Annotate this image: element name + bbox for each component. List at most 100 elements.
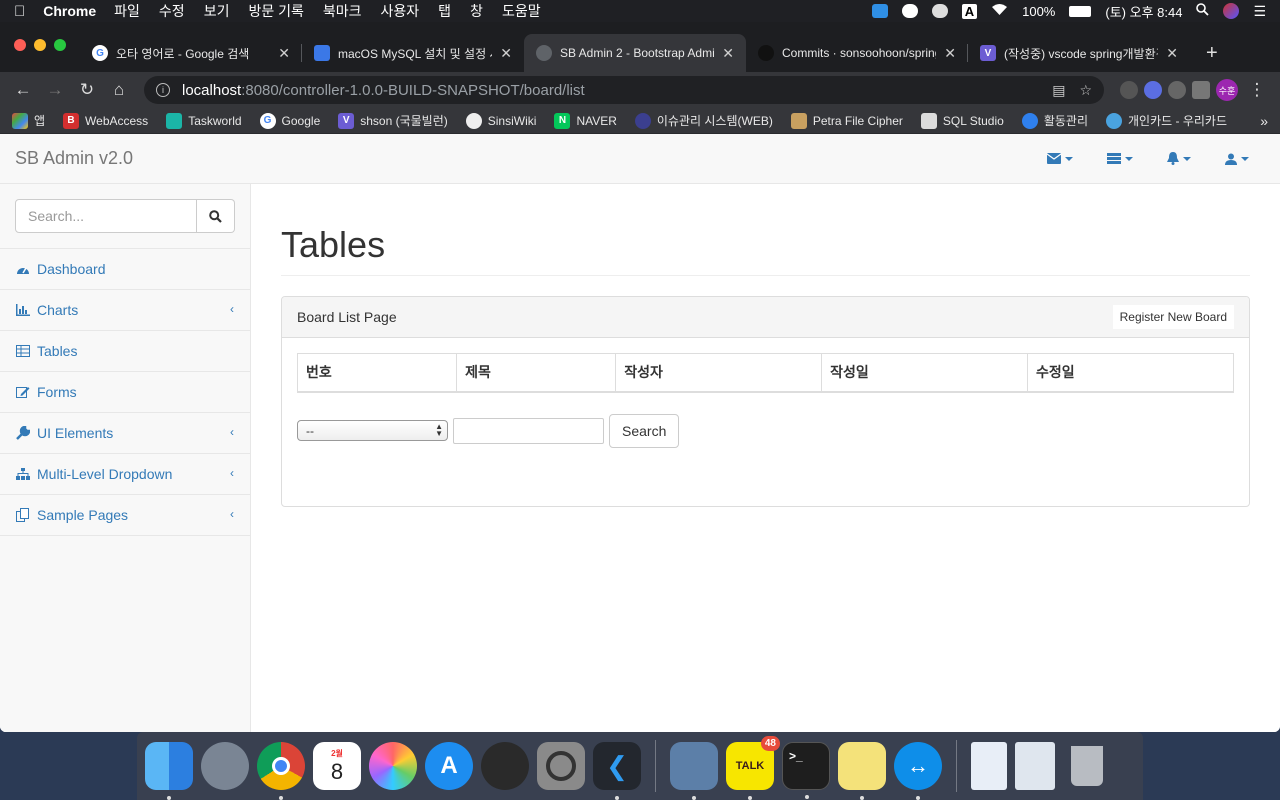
tab-mysql-docs[interactable]: macOS MySQL 설치 및 설정 사 ✕: [302, 34, 524, 72]
menu-edit[interactable]: 수정: [159, 1, 185, 21]
tab-velog[interactable]: V (작성중) vscode spring개발환경 ✕: [968, 34, 1190, 72]
chrome-icon[interactable]: [257, 742, 305, 800]
finder-icon[interactable]: [145, 742, 193, 800]
menu-bookmarks[interactable]: 북마크: [323, 1, 362, 21]
home-icon[interactable]: ⌂: [106, 80, 132, 100]
close-tab-icon[interactable]: ✕: [944, 45, 956, 62]
launchpad-icon[interactable]: [201, 742, 249, 790]
column-header-writer[interactable]: 작성자: [615, 353, 823, 393]
keyword-input[interactable]: [453, 417, 604, 444]
sidebar-item-tables[interactable]: Tables: [0, 331, 250, 372]
menu-tab[interactable]: 탭: [438, 1, 451, 21]
system-preferences-icon[interactable]: [537, 742, 585, 790]
tab-github-commits[interactable]: Commits · sonsoohoon/spring ✕: [746, 34, 968, 72]
search-input[interactable]: [15, 199, 197, 233]
bookmark-taskworld[interactable]: Taskworld: [166, 112, 242, 129]
bookmark-google[interactable]: G Google: [259, 112, 320, 129]
menu-help[interactable]: 도움말: [502, 1, 541, 21]
column-header-title[interactable]: 제목: [456, 353, 617, 393]
sidebar-item-multi-level-dropdown[interactable]: Multi-Level Dropdown ‹: [0, 454, 250, 495]
tab-google-search[interactable]: G 오타 영어로 - Google 검색 ✕: [80, 34, 302, 72]
extension-recycle-icon[interactable]: [1120, 81, 1138, 99]
chrome-menu-icon[interactable]: ⋮: [1244, 80, 1270, 100]
close-tab-icon[interactable]: ✕: [1166, 45, 1178, 62]
document-icon[interactable]: [971, 742, 1007, 790]
search-button[interactable]: [197, 199, 235, 233]
translate-icon[interactable]: ▤: [1052, 82, 1065, 99]
bookmark-webaccess[interactable]: B WebAccess: [63, 112, 148, 129]
extension-check-icon[interactable]: [1144, 81, 1162, 99]
stickies-icon[interactable]: [838, 742, 886, 800]
address-bar[interactable]: i localhost :8080/controller-1.0.0-BUILD…: [144, 76, 1104, 104]
bookmark-shson[interactable]: Vshson (국물빌런): [338, 112, 448, 129]
close-tab-icon[interactable]: ✕: [500, 45, 512, 62]
spotlight-search-icon[interactable]: [1196, 3, 1210, 19]
reload-icon[interactable]: ↻: [74, 80, 100, 100]
menu-file[interactable]: 파일: [114, 1, 140, 21]
bookmark-apps[interactable]: 앱: [12, 112, 45, 129]
sidebar-item-sample-pages[interactable]: Sample Pages ‹: [0, 495, 250, 536]
menu-view[interactable]: 보기: [204, 1, 230, 21]
app-menu[interactable]: Chrome: [43, 3, 96, 19]
new-tab-button[interactable]: +: [1200, 34, 1224, 72]
user-dropdown[interactable]: [1225, 152, 1249, 165]
column-header-regdate[interactable]: 작성일: [821, 353, 1029, 393]
terminal-icon[interactable]: >_: [782, 742, 830, 799]
battery-icon[interactable]: [1069, 5, 1092, 17]
bookmark-sinsiwiki[interactable]: SinsiWiki: [465, 112, 536, 129]
menu-window[interactable]: 창: [470, 1, 483, 21]
forward-icon[interactable]: →: [42, 80, 68, 100]
teamviewer-status-icon[interactable]: [871, 4, 888, 18]
teamviewer-icon[interactable]: ↔: [894, 742, 942, 800]
brand-link[interactable]: SB Admin v2.0: [15, 148, 133, 169]
input-source-icon[interactable]: A: [961, 3, 978, 19]
alfred-icon[interactable]: [481, 742, 529, 790]
close-tab-icon[interactable]: ✕: [722, 45, 734, 62]
vscode-icon[interactable]: ❮: [593, 742, 641, 800]
tasks-dropdown[interactable]: [1107, 152, 1133, 165]
tab-sb-admin[interactable]: SB Admin 2 - Bootstrap Admi ✕: [524, 34, 746, 72]
close-window-button[interactable]: [14, 39, 26, 51]
register-new-board-button[interactable]: Register New Board: [1112, 305, 1234, 329]
profile-avatar[interactable]: 수훈: [1216, 79, 1238, 101]
alerts-dropdown[interactable]: [1167, 152, 1191, 165]
photos-icon[interactable]: [369, 742, 417, 790]
kakaotalk-icon[interactable]: TALK 48: [726, 736, 780, 800]
bookmark-activity[interactable]: 활동관리: [1021, 112, 1088, 129]
menu-people[interactable]: 사용자: [381, 1, 420, 21]
board-search-button[interactable]: Search: [609, 413, 680, 448]
clock[interactable]: (토) 오후 8:44: [1105, 2, 1182, 21]
sidebar-item-charts[interactable]: Charts ‹: [0, 290, 250, 331]
wifi-icon[interactable]: [991, 3, 1008, 19]
bookmark-issue-system[interactable]: 이슈관리 시스템(WEB): [634, 112, 773, 129]
trash-icon[interactable]: [1063, 742, 1111, 790]
notification-icon[interactable]: [931, 4, 948, 18]
extension-mouse-icon[interactable]: [1168, 81, 1186, 99]
site-info-icon[interactable]: i: [156, 83, 170, 97]
close-tab-icon[interactable]: ✕: [278, 45, 290, 62]
sidebar-item-forms[interactable]: Forms: [0, 372, 250, 413]
preview-icon[interactable]: [670, 742, 718, 800]
minimize-window-button[interactable]: [34, 39, 46, 51]
sidebar-item-ui-elements[interactable]: UI Elements ‹: [0, 413, 250, 454]
bookmark-petra[interactable]: Petra File Cipher: [790, 112, 903, 129]
search-type-select[interactable]: -- ▲ ▼: [297, 420, 448, 441]
zoom-window-button[interactable]: [54, 39, 66, 51]
bookmark-naver[interactable]: N NAVER: [554, 112, 617, 129]
apple-menu-icon[interactable]: : [14, 3, 25, 20]
extension-reader-icon[interactable]: [1192, 81, 1210, 99]
column-header-updatedate[interactable]: 수정일: [1027, 353, 1234, 393]
siri-icon[interactable]: [1223, 3, 1240, 19]
app-store-icon[interactable]: A: [425, 742, 473, 790]
cloud-icon[interactable]: [901, 4, 918, 18]
notification-center-icon[interactable]: ☰: [1253, 3, 1266, 20]
column-header-number[interactable]: 번호: [296, 353, 458, 393]
back-icon[interactable]: ←: [10, 80, 36, 100]
bookmark-sql-studio[interactable]: SQL Studio: [920, 112, 1004, 129]
bookmarks-overflow-icon[interactable]: »: [1260, 113, 1268, 129]
bookmark-woori-card[interactable]: 개인카드 - 우리카드: [1106, 112, 1227, 129]
menu-history[interactable]: 방문 기록: [248, 1, 303, 21]
calendar-icon[interactable]: 2월 8: [313, 742, 361, 790]
bookmark-star-icon[interactable]: ☆: [1079, 82, 1092, 99]
kakaotalk-window-icon[interactable]: [1015, 742, 1055, 790]
